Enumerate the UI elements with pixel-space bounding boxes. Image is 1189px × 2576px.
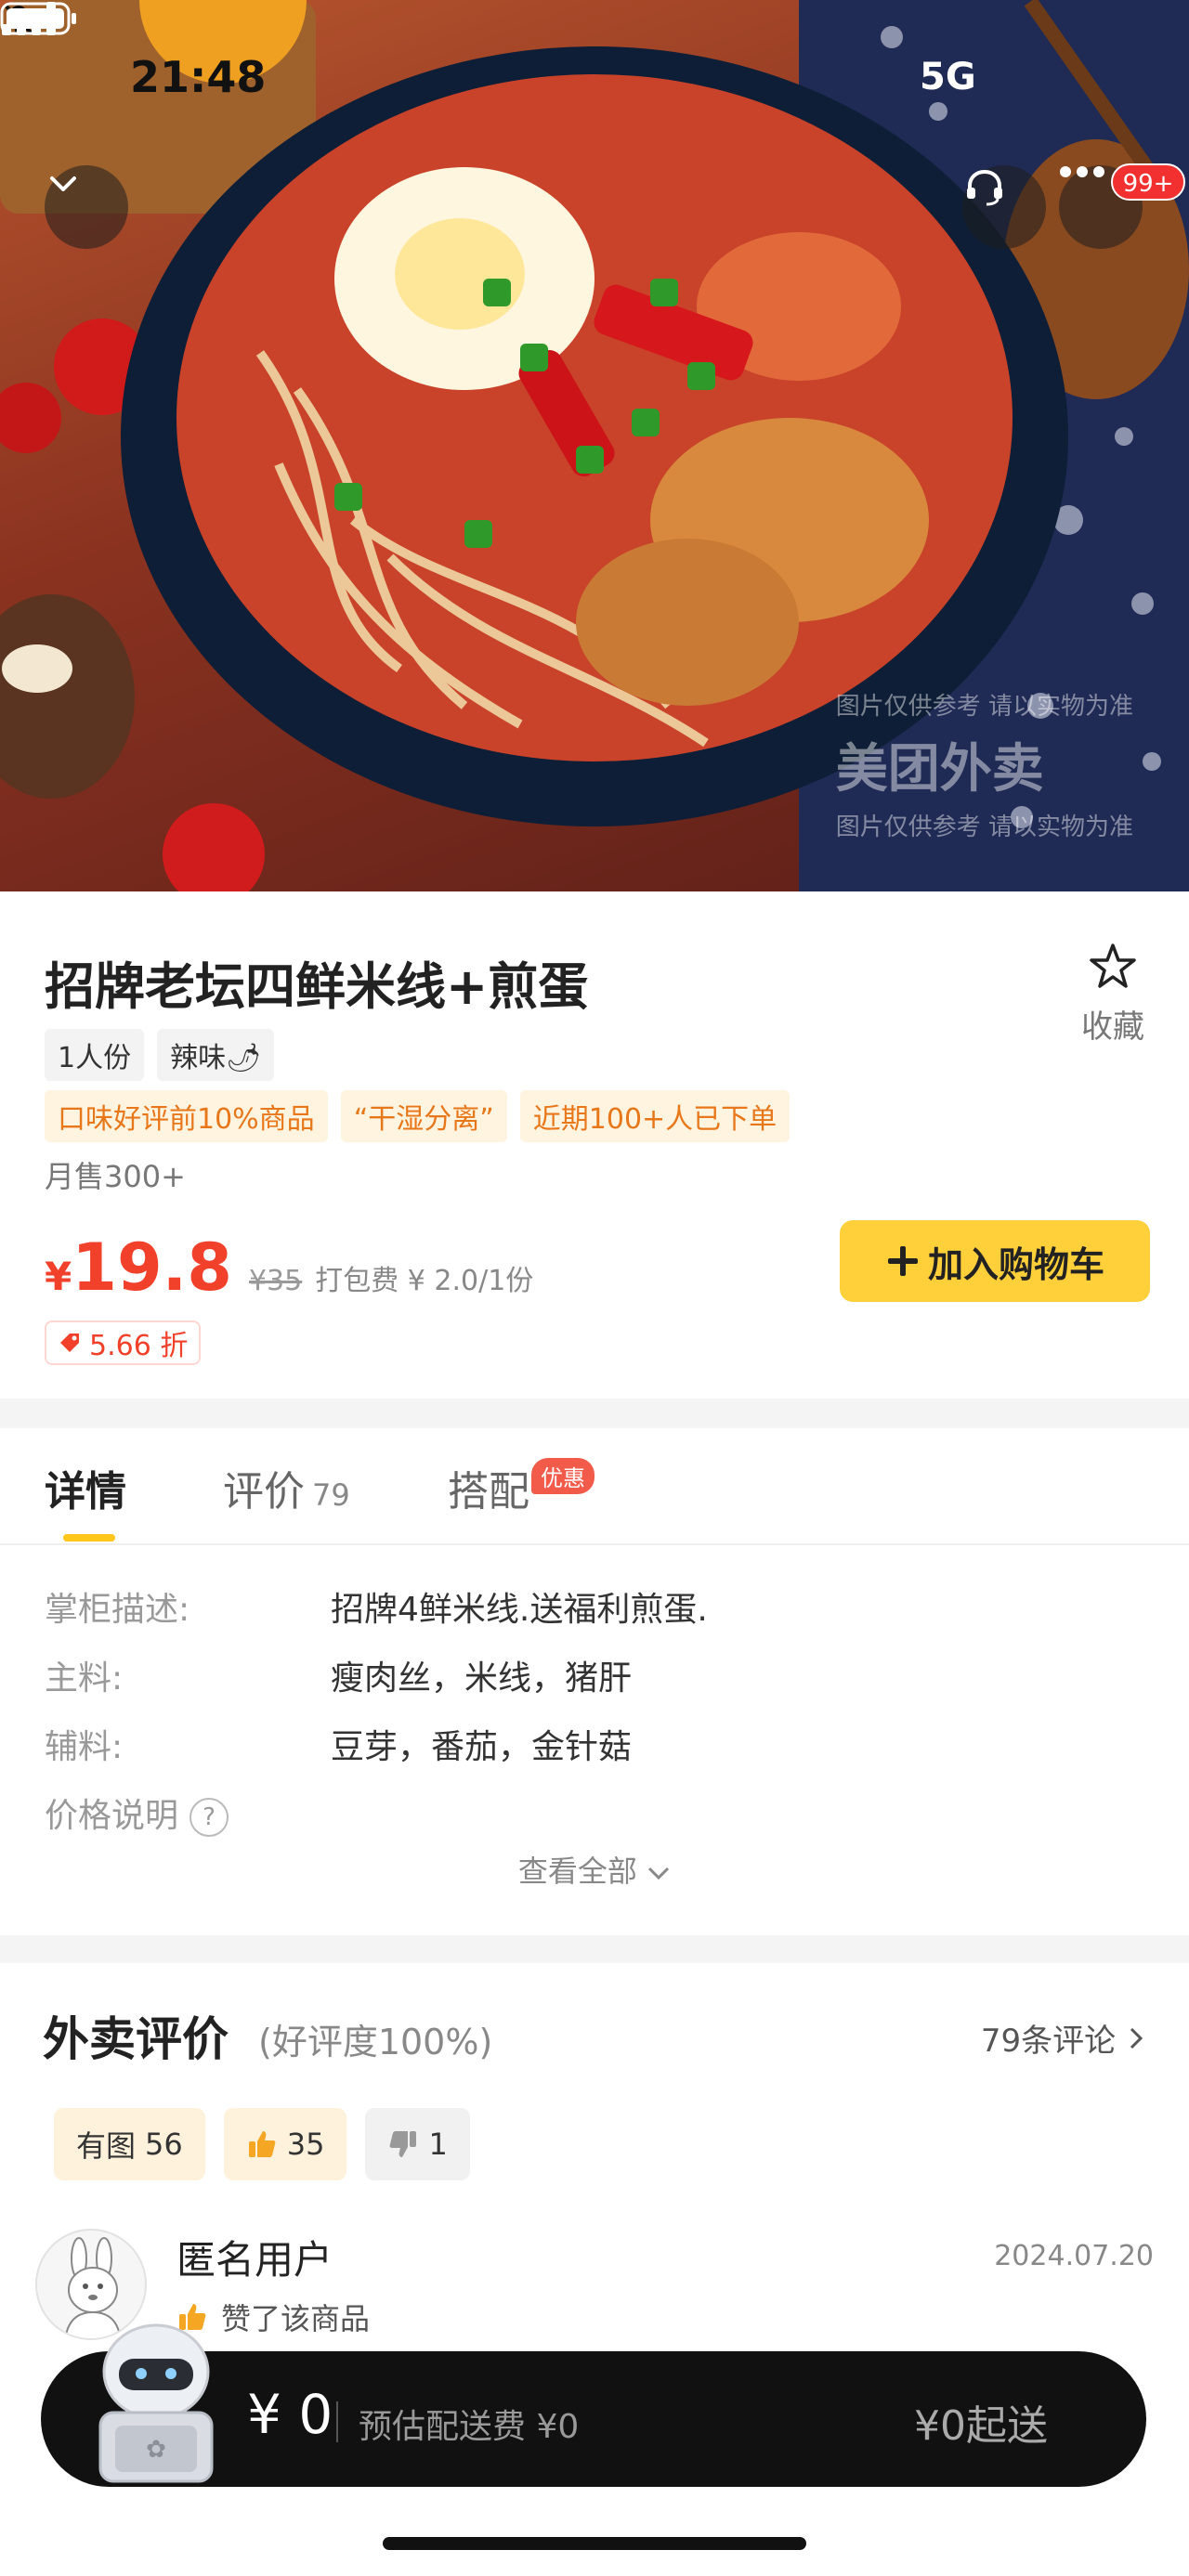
discount-label: 5.66 折: [89, 1330, 189, 1362]
min-order: ¥0起送: [914, 2402, 1048, 2450]
all-reviews-link[interactable]: 79条评论: [981, 2015, 1146, 2061]
plus-icon: [887, 1246, 918, 1276]
price-symbol: ¥: [45, 1254, 72, 1299]
star-icon: [1090, 943, 1136, 988]
detail-section: 详情 评价 79 搭配 优惠 掌柜描述: 招牌4鲜米线.送福利煎蛋. 主料: 瘦肉…: [0, 1428, 1189, 1935]
shipping-fee: 预估配送费 ¥0: [359, 2408, 580, 2446]
question-icon: ?: [189, 1798, 229, 1837]
original-price: ¥35: [248, 1265, 303, 1297]
home-indicator: [383, 2537, 806, 2550]
cart-total: ¥ 0: [247, 2383, 333, 2446]
see-all-label: 查看全部: [517, 1854, 637, 1889]
detail-label: 主料:: [45, 1659, 124, 1698]
detail-value: 招牌4鲜米线.送福利煎蛋.: [331, 1591, 708, 1629]
tag-icon: [60, 1334, 79, 1352]
price-row: ¥ 19.8 ¥35 打包费 ¥ 2.0/1份: [45, 1229, 533, 1306]
chevron-right-icon: [1130, 2027, 1143, 2049]
notification-badge: 99+: [1111, 163, 1185, 201]
chevron-down-icon: [50, 176, 76, 191]
reviews-rating: (好评度100%): [258, 2022, 493, 2062]
product-info-card: 招牌老坛四鲜米线+煎蛋 收藏 1人份 辣味🌶 口味好评前10%商品 “干湿分离”…: [0, 891, 1189, 1399]
filter-thumbs-up[interactable]: 35: [223, 2108, 347, 2180]
divider: [336, 2401, 338, 2442]
tab-bar: 详情 评价 79 搭配 优惠: [0, 1428, 1189, 1545]
favorite-label: 收藏: [1081, 1008, 1144, 1046]
add-to-cart-label: 加入购物车: [927, 1243, 1104, 1285]
chevron-down-icon: [648, 1867, 670, 1880]
review-count: 79: [312, 1477, 350, 1513]
favorite-button[interactable]: 收藏: [1066, 942, 1159, 1047]
review-username: 匿名用户: [176, 2237, 333, 2283]
promo-tags: 口味好评前10%商品 “干湿分离” 近期100+人已下单: [45, 1090, 790, 1142]
promo-tag: “干湿分离”: [340, 1090, 507, 1142]
tab-review[interactable]: 评价 79: [223, 1458, 350, 1517]
filter-count: 1: [428, 2127, 448, 2162]
detail-value: 瘦肉丝，米线，猪肝: [331, 1659, 633, 1698]
product-title: 招牌老坛四鲜米线+煎蛋: [45, 957, 589, 1016]
tab-active-indicator: [63, 1534, 115, 1542]
discount-badge: 5.66 折: [45, 1321, 202, 1365]
reviews-count: 79条评论: [980, 2023, 1117, 2060]
status-time: 21:48: [130, 52, 267, 102]
reviews-title: 外卖评价: [43, 2012, 229, 2066]
svg-text:✿: ✿: [146, 2436, 166, 2464]
promo-tag: 近期100+人已下单: [519, 1090, 790, 1142]
spec-tags: 1人份 辣味🌶: [45, 1029, 275, 1081]
image-watermark: 图片仅供参考 请以实物为准 美团外卖 图片仅供参考 请以实物为准: [835, 693, 1133, 841]
filter-count: 56: [145, 2127, 183, 2162]
review-date: 2024.07.20: [994, 2240, 1154, 2272]
packing-fee: 打包费 ¥ 2.0/1份: [315, 1265, 534, 1297]
promo-tag: 口味好评前10%商品: [45, 1090, 328, 1142]
tab-detail[interactable]: 详情: [45, 1458, 126, 1517]
thumbs-down-icon: [390, 2131, 417, 2157]
customer-service-button[interactable]: [962, 165, 1046, 249]
thumbs-up-icon: [248, 2131, 276, 2157]
monthly-sales: 月售300+: [45, 1159, 186, 1194]
headset-icon: [967, 169, 1002, 206]
more-dots-icon: [1060, 166, 1104, 177]
price-value: 19.8: [72, 1229, 232, 1306]
add-to-cart-button[interactable]: 加入购物车: [840, 1220, 1150, 1302]
tag-spicy: 辣味🌶: [157, 1029, 275, 1081]
tag-portion: 1人份: [45, 1029, 145, 1081]
detail-label: 掌柜描述:: [45, 1591, 190, 1629]
network-type: 5G: [920, 56, 976, 98]
filter-thumbs-down[interactable]: 1: [365, 2108, 470, 2180]
see-all-button[interactable]: 查看全部: [0, 1848, 1189, 1891]
status-bar: 21:48 5G: [0, 0, 1189, 149]
collapse-button[interactable]: [45, 165, 128, 249]
cart-mascot-icon[interactable]: ✿: [72, 2316, 240, 2492]
detail-label: 辅料:: [45, 1728, 124, 1766]
battery-icon: [0, 2, 76, 35]
product-hero-image: 图片仅供参考 请以实物为准 美团外卖 图片仅供参考 请以实物为准 21:48 5…: [0, 0, 1189, 891]
price-note-row[interactable]: 价格说明?: [45, 1789, 229, 1837]
combo-badge: 优惠: [531, 1458, 594, 1494]
review-filters: 有图 56 35 1: [54, 2108, 470, 2180]
filter-count: 35: [286, 2127, 325, 2162]
detail-label: 价格说明: [45, 1797, 179, 1835]
tab-combo[interactable]: 搭配: [448, 1458, 529, 1517]
detail-value: 豆芽，番茄，金针菇: [331, 1728, 633, 1766]
filter-with-image[interactable]: 有图 56: [54, 2108, 205, 2180]
